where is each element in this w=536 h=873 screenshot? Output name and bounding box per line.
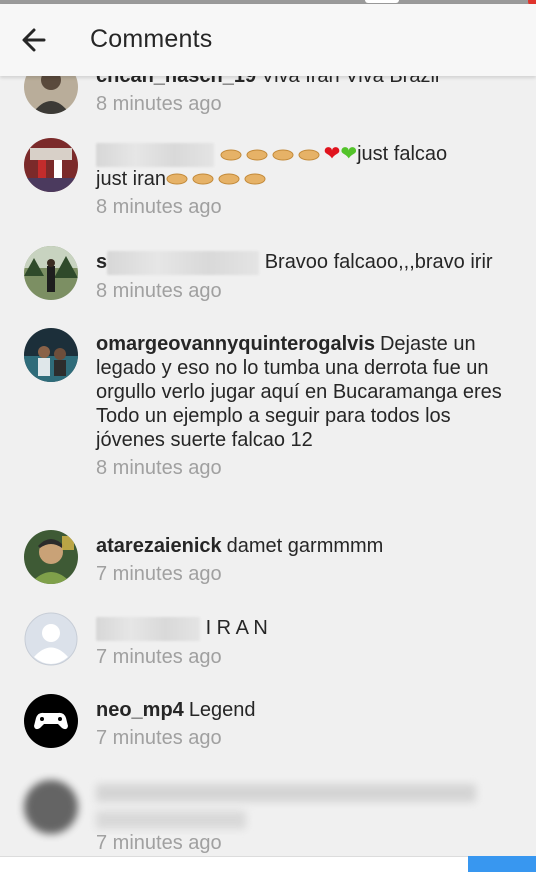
redacted-username [96, 616, 200, 641]
redacted-content [96, 783, 476, 802]
comment-timestamp: 8 minutes ago [96, 279, 222, 302]
redacted-username [107, 250, 260, 275]
comment-text: atarezaienick damet garmmmm [96, 534, 502, 558]
pinched-fingers-emoji-icon [218, 173, 240, 185]
pinched-fingers-emoji-icon [244, 173, 266, 185]
comment-content: Legend [188, 699, 256, 721]
avatar[interactable] [24, 780, 78, 834]
comment-username[interactable]: neo_mp4 [96, 699, 184, 721]
comment-body: I R A N 7 minutes ago [96, 616, 502, 669]
comment-body: omargeovannyquinterogalvis Dejaste un leg… [96, 332, 502, 480]
pinched-fingers-emoji-icon [298, 149, 320, 161]
comment-timestamp: 8 minutes ago [96, 93, 222, 115]
comment-content: I R A N [205, 617, 268, 639]
redacted-content [96, 810, 246, 829]
comment-text: s Bravoo falcaoo,,,bravo irir [96, 250, 502, 275]
pinched-fingers-emoji-icon [246, 149, 268, 161]
comment-timestamp: 8 minutes ago [96, 195, 222, 218]
bottom-bar [0, 856, 536, 873]
comment-text: neo_mp4 Legend [96, 698, 502, 722]
header-bar: Comments [0, 4, 536, 76]
comment-body: atarezaienick damet garmmmm 7 minutes ago [96, 534, 502, 586]
comment-text: I R A N [96, 616, 502, 641]
comment-timestamp: 7 minutes ago [96, 727, 222, 749]
comment-username[interactable]: omargeovannyquinterogalvis [96, 333, 375, 355]
comment-body: s Bravoo falcaoo,,,bravo irir 8 minutes … [96, 250, 502, 303]
comment-content: just iran [96, 167, 167, 190]
green-heart-icon: ❤ [340, 143, 358, 165]
back-button[interactable] [16, 20, 56, 60]
default-user-icon [24, 612, 78, 666]
post-button-edge[interactable] [468, 856, 536, 872]
comment-text [96, 780, 502, 829]
comment-username[interactable]: atarezaienick [96, 535, 222, 557]
comment-content: just falcao [357, 143, 448, 165]
comment-timestamp: 7 minutes ago [96, 831, 222, 854]
red-heart-icon: ❤ [323, 143, 341, 165]
comment-body: 7 minutes ago [96, 780, 502, 855]
pinched-fingers-emoji-icon [220, 149, 242, 161]
comment-body: ❤❤just falcao just iran 8 minutes ago [96, 142, 502, 219]
arrow-left-icon [22, 28, 46, 52]
pinched-fingers-emoji-icon [166, 173, 188, 185]
comment-content: Bravoo falcaoo,,,bravo irir [264, 251, 493, 273]
comment-list[interactable]: chcan_hasch_19 Viva Iran Viva Brazil 8 mi… [0, 0, 536, 856]
avatar[interactable] [24, 328, 78, 382]
comment-text: omargeovannyquinterogalvis Dejaste un leg… [96, 332, 502, 452]
comment-text: ❤❤just falcao just iran [96, 142, 502, 191]
pinched-fingers-emoji-icon [192, 173, 214, 185]
avatar[interactable] [24, 138, 78, 192]
page-title: Comments [90, 25, 213, 53]
comment-timestamp: 8 minutes ago [96, 457, 222, 479]
comment-username[interactable]: s [96, 251, 107, 273]
avatar[interactable] [24, 612, 78, 666]
comment-body: neo_mp4 Legend 7 minutes ago [96, 698, 502, 750]
avatar[interactable] [24, 694, 78, 748]
avatar[interactable] [24, 530, 78, 584]
avatar[interactable] [24, 246, 78, 300]
comment-timestamp: 7 minutes ago [96, 563, 222, 585]
redacted-username [96, 142, 214, 167]
pinched-fingers-emoji-icon [272, 149, 294, 161]
comment-content: damet garmmmm [226, 535, 384, 557]
comment-timestamp: 7 minutes ago [96, 645, 222, 668]
